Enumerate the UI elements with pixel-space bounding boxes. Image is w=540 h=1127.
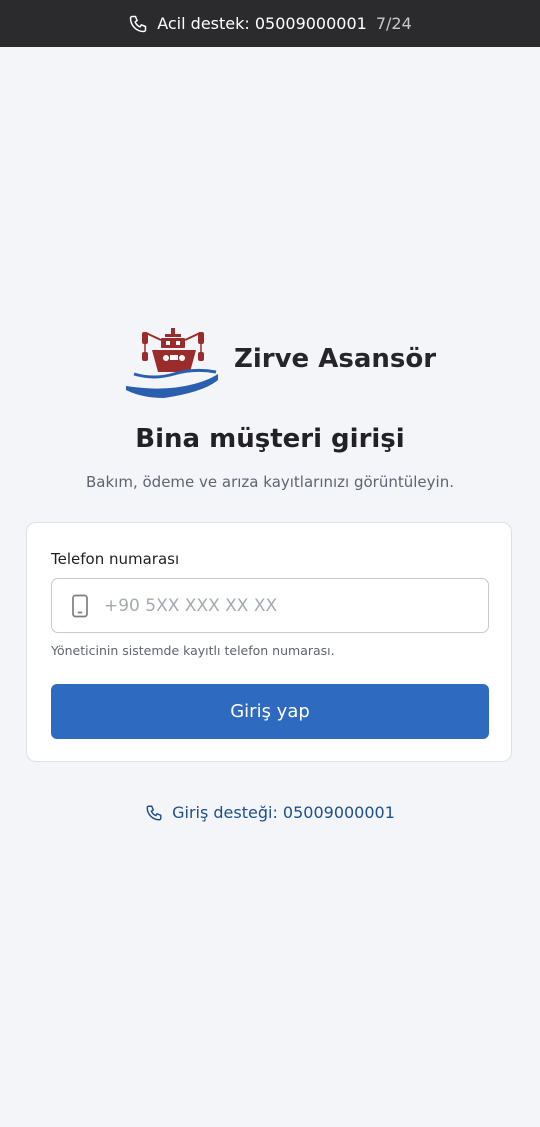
emergency-support-bar[interactable]: Acil destek: 05009000001 7/24 [0,0,540,47]
phone-icon [145,804,163,822]
login-support-link[interactable]: Giriş desteği: 05009000001 [0,803,540,822]
login-card: Telefon numarası Yöneticinin sistemde ka… [26,522,512,762]
phone-field-label: Telefon numarası [51,550,180,568]
brand-header: Zirve Asansör [0,324,540,400]
emergency-support-text[interactable]: Acil destek: 05009000001 [157,14,367,33]
brand-name: Zirve Asansör [234,344,437,374]
support-hours: 7/24 [375,14,412,33]
phone-input[interactable] [104,595,464,616]
phone-icon [128,14,148,34]
login-support-text[interactable]: Giriş desteği: 05009000001 [172,803,395,822]
ship-logo-icon [124,328,224,400]
mobile-icon [71,594,89,618]
login-button[interactable]: Giriş yap [51,684,489,739]
phone-hint: Yöneticinin sistemde kayıtlı telefon num… [51,643,335,658]
phone-input-wrapper[interactable] [51,578,489,633]
page-title: Bina müşteri girişi [135,424,405,454]
page-subtitle: Bakım, ödeme ve arıza kayıtlarınızı görü… [86,473,454,491]
